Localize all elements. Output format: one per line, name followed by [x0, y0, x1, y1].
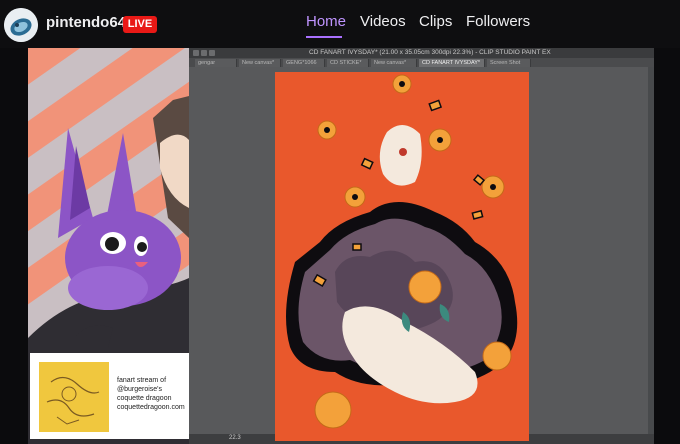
- avatar-image: [4, 8, 38, 42]
- document-tab[interactable]: gengar: [195, 59, 237, 67]
- stream-description: fanart stream of @burgeroise's coquette …: [117, 376, 197, 412]
- description-line: coquette dragoon: [117, 395, 172, 402]
- tab-clips[interactable]: Clips: [419, 13, 452, 30]
- vertical-scrollbar[interactable]: [648, 67, 654, 435]
- active-tab-indicator: [306, 36, 342, 38]
- document-tabs: gengar New canvas* GENG*1066 CD STICKE* …: [189, 58, 654, 67]
- reference-sketch: [39, 362, 109, 432]
- document-tab[interactable]: Screen Shot: [487, 59, 531, 67]
- canvas-artwork[interactable]: [275, 72, 529, 441]
- close-window-icon[interactable]: [193, 50, 199, 56]
- tab-followers[interactable]: Followers: [466, 13, 530, 30]
- app-titlebar: CD FANART IVYSDAY* (21.00 x 35.05cm 300d…: [189, 48, 654, 58]
- fanart-illustration: [275, 72, 529, 441]
- tab-home[interactable]: Home: [306, 13, 346, 30]
- description-line: coquettedragoon.com: [117, 404, 185, 411]
- live-badge: LIVE: [123, 16, 157, 33]
- tab-videos[interactable]: Videos: [360, 13, 406, 30]
- document-tab-active[interactable]: CD FANART IVYSDAY*: [419, 59, 485, 67]
- description-line: fanart stream of: [117, 377, 167, 384]
- document-tab[interactable]: New canvas*: [239, 59, 281, 67]
- channel-avatar[interactable]: [4, 8, 38, 42]
- maximize-window-icon[interactable]: [209, 50, 215, 56]
- description-line: @burgeroise's: [117, 386, 163, 393]
- app-window-title: CD FANART IVYSDAY* (21.00 x 35.05cm 300d…: [309, 49, 551, 56]
- channel-header: pintendo64 LIVE Home Videos Clips Follow…: [0, 0, 680, 48]
- reference-thumbnail: [39, 362, 109, 432]
- document-tab[interactable]: GENG*1066: [283, 59, 325, 67]
- zoom-level[interactable]: 22.3: [229, 435, 241, 441]
- stream-video[interactable]: fanart stream of @burgeroise's coquette …: [0, 48, 680, 444]
- channel-name[interactable]: pintendo64: [46, 14, 126, 31]
- minimize-window-icon[interactable]: [201, 50, 207, 56]
- stream-info-card: fanart stream of @burgeroise's coquette …: [30, 353, 198, 439]
- document-tab[interactable]: CD STICKE*: [327, 59, 369, 67]
- document-tab[interactable]: New canvas*: [371, 59, 417, 67]
